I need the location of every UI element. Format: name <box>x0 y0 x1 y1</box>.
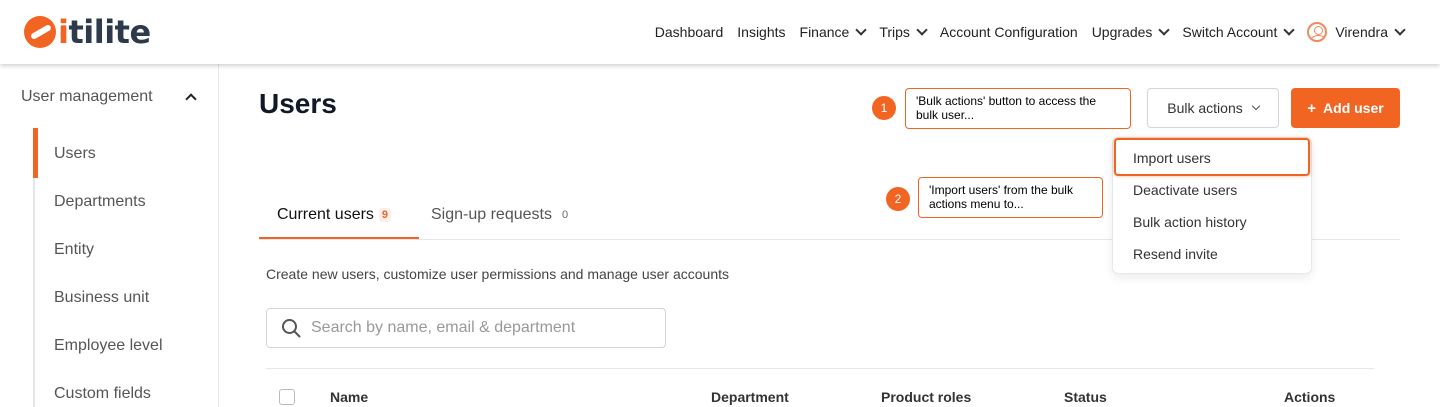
nav-insights[interactable]: Insights <box>737 24 785 40</box>
main-nav: Dashboard Insights Finance Trips Account… <box>641 0 1406 64</box>
bulk-actions-button[interactable]: Bulk actions <box>1147 88 1279 128</box>
sidebar-section-user-management[interactable]: User management <box>21 88 199 106</box>
nav-trips[interactable]: Trips <box>879 24 928 40</box>
nav-switch-account[interactable]: Switch Account <box>1182 24 1295 40</box>
table-top-divider <box>266 368 1374 369</box>
annotation-callout-2: 'Import users' from the bulk actions men… <box>918 177 1103 218</box>
current-users-count-badge: 9 <box>378 208 392 222</box>
chevron-up-icon <box>185 93 197 105</box>
tab-current-users[interactable]: Current users 9 <box>277 206 392 224</box>
tab-sign-up-requests[interactable]: Sign-up requests 0 <box>431 206 568 224</box>
sign-up-requests-count-badge: 0 <box>561 209 569 221</box>
itilite-logo[interactable]: itilite <box>24 13 151 51</box>
sidebar: User management Users Departments Entity… <box>0 64 219 407</box>
sidebar-item-custom-fields[interactable]: Custom fields <box>54 385 151 403</box>
column-header-actions: Actions <box>1284 389 1336 405</box>
column-header-department[interactable]: Department <box>711 389 789 405</box>
chevron-down-icon <box>1158 24 1171 36</box>
chevron-down-icon <box>1394 24 1406 36</box>
plane-logo-icon <box>24 16 56 48</box>
annotation-number-1: 1 <box>872 96 896 120</box>
sidebar-item-business-unit[interactable]: Business unit <box>54 289 149 307</box>
column-header-status[interactable]: Status <box>1064 389 1107 405</box>
chevron-down-icon <box>855 24 867 36</box>
add-user-button[interactable]: + Add user <box>1291 88 1400 128</box>
nav-account-configuration[interactable]: Account Configuration <box>940 24 1078 40</box>
chevron-down-icon <box>1283 24 1295 36</box>
chevron-down-icon <box>916 24 928 36</box>
nav-dashboard[interactable]: Dashboard <box>655 24 724 40</box>
page-description: Create new users, customize user permiss… <box>266 266 729 282</box>
menu-item-bulk-action-history[interactable]: Bulk action history <box>1133 214 1247 230</box>
sidebar-item-departments[interactable]: Departments <box>54 193 146 211</box>
menu-item-resend-invite[interactable]: Resend invite <box>1133 246 1218 262</box>
sidebar-item-users[interactable]: Users <box>54 145 96 163</box>
nav-user-menu[interactable]: Virendra <box>1307 22 1406 42</box>
import-users-highlight <box>1114 138 1310 176</box>
sidebar-active-indicator <box>33 128 38 178</box>
search-box[interactable] <box>266 308 666 348</box>
top-navbar: itilite Dashboard Insights Finance Trips… <box>0 0 1440 64</box>
select-all-checkbox[interactable] <box>279 389 295 405</box>
chevron-down-icon <box>1251 101 1260 111</box>
sidebar-item-employee-level[interactable]: Employee level <box>54 337 163 355</box>
search-input[interactable] <box>311 319 651 337</box>
nav-upgrades[interactable]: Upgrades <box>1092 24 1171 40</box>
page-title: Users <box>259 88 337 119</box>
menu-item-deactivate-users[interactable]: Deactivate users <box>1133 182 1237 198</box>
plus-icon: + <box>1307 99 1317 117</box>
annotation-number-2: 2 <box>886 187 910 211</box>
search-icon <box>282 319 301 338</box>
nav-finance[interactable]: Finance <box>800 24 867 40</box>
sidebar-item-entity[interactable]: Entity <box>54 241 94 259</box>
annotation-callout-1: 'Bulk actions' button to access the bulk… <box>905 88 1131 129</box>
column-header-product-roles[interactable]: Product roles <box>881 389 971 405</box>
column-header-name[interactable]: Name <box>330 389 368 405</box>
user-avatar-icon <box>1307 22 1328 42</box>
